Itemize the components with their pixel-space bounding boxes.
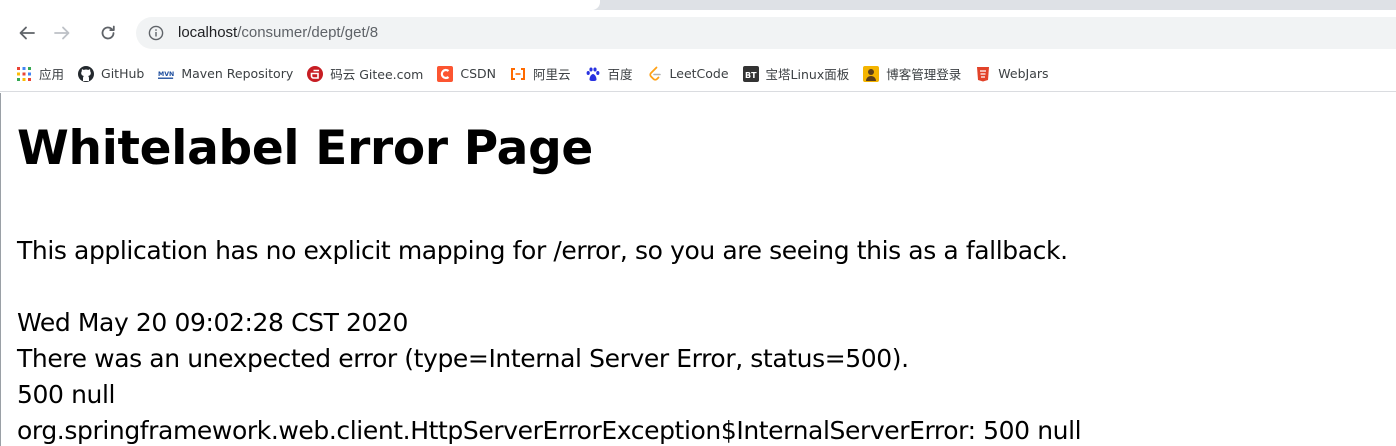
bookmark-label: 百度 bbox=[607, 67, 633, 82]
bookmark-label: Maven Repository bbox=[181, 66, 294, 81]
bookmark-label: 码云 Gitee.com bbox=[330, 67, 424, 82]
browser-toolbar: localhost/consumer/dept/get/8 bbox=[0, 10, 1396, 56]
reload-button[interactable] bbox=[95, 20, 121, 46]
maven-icon: MVN bbox=[158, 66, 174, 82]
arrow-right-icon bbox=[54, 26, 70, 40]
bookmark-csdn[interactable]: CSDN bbox=[437, 60, 496, 88]
bookmark-baidu[interactable]: 百度 bbox=[585, 60, 633, 88]
error-timestamp: Wed May 20 09:02:28 CST 2020 bbox=[17, 308, 409, 337]
page-content: Whitelabel Error Page This application h… bbox=[0, 93, 1396, 446]
url-host: localhost bbox=[178, 24, 238, 41]
error-exception: org.springframework.web.client.HttpServe… bbox=[17, 416, 1082, 445]
bookmark-github[interactable]: GitHub bbox=[78, 60, 144, 88]
bookmark-gitee[interactable]: 码云 Gitee.com bbox=[307, 60, 423, 88]
bookmark-label: WebJars bbox=[998, 66, 1049, 81]
leetcode-icon bbox=[647, 66, 663, 82]
gitee-icon bbox=[307, 65, 324, 82]
address-bar[interactable]: localhost/consumer/dept/get/8 bbox=[136, 17, 1396, 49]
inactive-tab-area[interactable] bbox=[610, 0, 1396, 10]
info-icon[interactable] bbox=[148, 25, 164, 41]
bookmark-label: LeetCode bbox=[669, 66, 729, 81]
svg-text:BT: BT bbox=[745, 71, 757, 80]
bookmark-apps[interactable]: 应用 bbox=[16, 60, 64, 88]
bookmark-blog-admin[interactable]: 博客管理登录 bbox=[863, 60, 961, 88]
webjars-icon bbox=[975, 66, 991, 82]
baidu-paw-icon bbox=[585, 66, 601, 82]
bookmark-maven[interactable]: MVN Maven Repository bbox=[158, 60, 293, 88]
bookmarks-bar: 应用 GitHub MVN Maven Repository 码云 Gitee.… bbox=[0, 56, 1396, 92]
bookmark-label: 宝塔Linux面板 bbox=[765, 67, 850, 82]
bookmark-label: 博客管理登录 bbox=[886, 67, 962, 82]
bookmark-label: 应用 bbox=[39, 67, 65, 82]
bookmark-leetcode[interactable]: LeetCode bbox=[647, 60, 729, 88]
bookmark-aliyun[interactable]: 阿里云 bbox=[510, 60, 571, 88]
bookmark-label: CSDN bbox=[460, 66, 496, 81]
forward-button[interactable] bbox=[49, 20, 75, 46]
bookmark-bt-panel[interactable]: BT 宝塔Linux面板 bbox=[742, 60, 850, 88]
bookmark-webjars[interactable]: WebJars bbox=[975, 60, 1049, 88]
csdn-icon bbox=[437, 65, 454, 82]
error-status-line: There was an unexpected error (type=Inte… bbox=[17, 344, 909, 373]
arrow-left-icon bbox=[19, 26, 35, 40]
page-title: Whitelabel Error Page bbox=[17, 121, 593, 176]
aliyun-icon bbox=[510, 66, 526, 82]
svg-text:MVN: MVN bbox=[158, 70, 174, 77]
bookmark-label: GitHub bbox=[101, 66, 145, 81]
bookmark-label: 阿里云 bbox=[532, 67, 571, 82]
reload-icon bbox=[101, 25, 115, 40]
error-description: This application has no explicit mapping… bbox=[17, 236, 1068, 265]
github-icon bbox=[78, 65, 95, 82]
error-message: 500 null bbox=[17, 380, 116, 409]
tab-strip bbox=[0, 0, 1396, 10]
bt-panel-icon: BT bbox=[742, 65, 759, 82]
active-tab[interactable] bbox=[0, 0, 600, 10]
apps-grid-icon bbox=[16, 66, 32, 82]
url-path: /consumer/dept/get/8 bbox=[237, 24, 379, 41]
error-details: Wed May 20 09:02:28 CST 2020 There was a… bbox=[17, 305, 1082, 446]
url-text[interactable]: localhost/consumer/dept/get/8 bbox=[178, 23, 378, 43]
back-button[interactable] bbox=[14, 20, 40, 46]
blog-admin-icon bbox=[863, 65, 880, 82]
